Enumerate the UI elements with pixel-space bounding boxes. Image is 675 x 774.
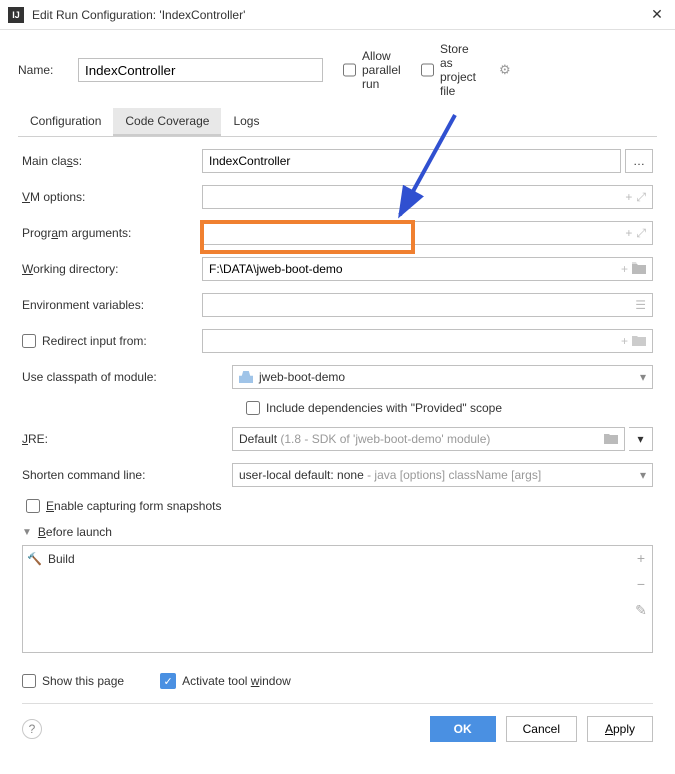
working-dir-input[interactable]: +: [202, 257, 653, 281]
gear-icon[interactable]: ⚙: [499, 62, 511, 78]
name-input[interactable]: [78, 58, 323, 82]
name-label: Name:: [18, 63, 78, 77]
allow-parallel-checkbox[interactable]: [343, 63, 356, 77]
enable-snapshots-checkbox[interactable]: [26, 499, 40, 513]
folder-icon[interactable]: [604, 432, 618, 447]
add-icon[interactable]: +: [637, 550, 645, 566]
working-dir-label: Working directory:: [22, 262, 202, 276]
shorten-label: Shorten command line:: [22, 468, 232, 482]
jre-value-prefix: Default: [239, 432, 277, 446]
plus-icon[interactable]: +: [625, 190, 632, 205]
classpath-value: jweb-boot-demo: [259, 370, 345, 384]
plus-icon[interactable]: +: [621, 262, 628, 277]
shorten-select[interactable]: user-local default: none - java [options…: [232, 463, 653, 487]
allow-parallel-label: Allow parallel run: [362, 49, 403, 91]
close-icon[interactable]: ✕: [647, 5, 667, 25]
classpath-label: Use classpath of module:: [22, 370, 232, 384]
classpath-select[interactable]: jweb-boot-demo ▾: [232, 365, 653, 389]
vm-options-input[interactable]: + ⤢: [202, 185, 653, 209]
shorten-suffix: - java [options] className [args]: [364, 468, 541, 482]
jre-dropdown-button[interactable]: ▾: [629, 427, 653, 451]
program-args-input[interactable]: + ⤢: [202, 221, 653, 245]
include-provided-label: Include dependencies with "Provided" sco…: [266, 401, 502, 415]
redirect-input-field: +: [202, 329, 653, 353]
help-icon[interactable]: ?: [22, 719, 42, 739]
env-vars-input[interactable]: ☰: [202, 293, 653, 317]
include-provided-checkbox[interactable]: [246, 401, 260, 415]
before-launch-label: Before launch: [38, 525, 112, 539]
ok-button[interactable]: OK: [430, 716, 496, 742]
jre-value-suffix: (1.8 - SDK of 'jweb-boot-demo' module): [277, 432, 490, 446]
activate-tool-checkbox[interactable]: ✓: [160, 673, 176, 689]
redirect-input-checkbox[interactable]: [22, 334, 36, 348]
enable-snapshots-label: Enable capturing form snapshots: [46, 499, 221, 513]
cancel-button[interactable]: Cancel: [506, 716, 577, 742]
build-item-label: Build: [48, 552, 75, 566]
shorten-prefix: user-local default: none: [239, 468, 364, 482]
redirect-input-label: Redirect input from:: [42, 334, 147, 348]
expand-icon[interactable]: ⤢: [636, 226, 646, 241]
store-project-label: Store as project file: [440, 42, 481, 98]
edit-icon[interactable]: ✎: [635, 602, 647, 619]
list-item[interactable]: 🔨 Build: [27, 550, 626, 568]
store-project-checkbox[interactable]: [421, 63, 434, 77]
app-icon: IJ: [8, 7, 24, 23]
show-page-checkbox[interactable]: [22, 674, 36, 688]
jre-select[interactable]: Default (1.8 - SDK of 'jweb-boot-demo' m…: [232, 427, 625, 451]
activate-tool-label: Activate tool window: [182, 674, 291, 688]
titlebar: IJ Edit Run Configuration: 'IndexControl…: [0, 0, 675, 30]
apply-button[interactable]: Apply: [587, 716, 653, 742]
tab-logs[interactable]: Logs: [221, 108, 271, 136]
chevron-down-icon: ▾: [640, 468, 646, 482]
tabs: Configuration Code Coverage Logs: [18, 108, 657, 137]
main-class-browse-button[interactable]: …: [625, 149, 653, 173]
expand-icon[interactable]: ⤢: [636, 190, 646, 205]
plus-icon[interactable]: +: [625, 226, 632, 241]
tab-code-coverage[interactable]: Code Coverage: [113, 108, 221, 136]
dialog-title: Edit Run Configuration: 'IndexController…: [32, 8, 647, 22]
triangle-down-icon: ▼: [22, 527, 32, 538]
hammer-icon: 🔨: [27, 552, 42, 566]
main-class-label: Main class:: [22, 154, 202, 168]
before-launch-list: 🔨 Build + − ✎: [22, 545, 653, 653]
plus-icon: +: [621, 334, 628, 349]
main-class-input[interactable]: [202, 149, 621, 173]
folder-icon[interactable]: [632, 262, 646, 277]
program-args-label: Program arguments:: [22, 226, 202, 240]
tab-configuration[interactable]: Configuration: [18, 108, 113, 136]
remove-icon[interactable]: −: [637, 576, 645, 592]
folder-icon: [632, 334, 646, 349]
before-launch-section[interactable]: ▼ Before launch: [22, 525, 653, 539]
jre-label: JRE:: [22, 432, 232, 446]
module-icon: [239, 371, 253, 383]
vm-options-label: VM options:: [22, 190, 202, 204]
chevron-down-icon: ▾: [640, 370, 646, 384]
env-vars-label: Environment variables:: [22, 298, 202, 312]
list-icon[interactable]: ☰: [635, 298, 646, 312]
show-page-label: Show this page: [42, 674, 124, 688]
